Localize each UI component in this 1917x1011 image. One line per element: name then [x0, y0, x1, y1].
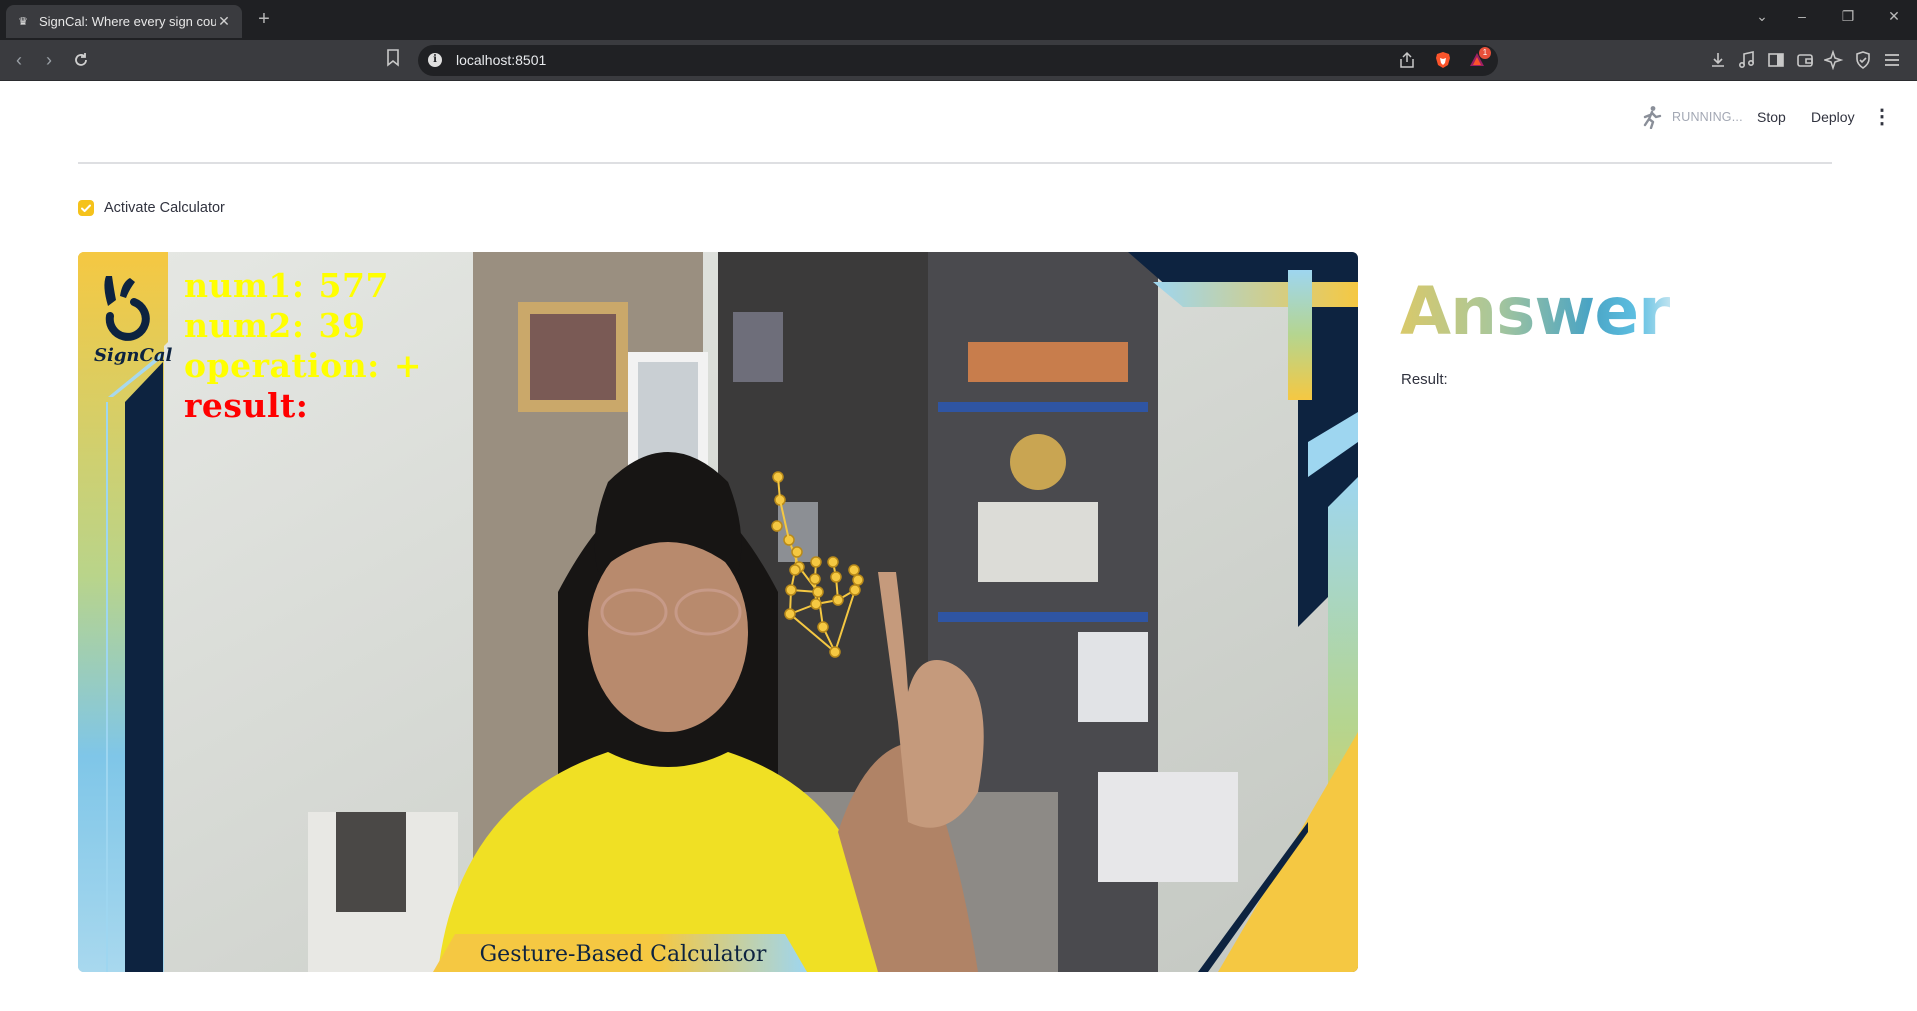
banner-title: Gesture-Based Calculator — [479, 942, 767, 967]
operation-value: + — [393, 346, 422, 385]
webcam-video-frame: SignCal num1: 577 num2: 39 operation: + res… — [78, 252, 1358, 972]
tab-title: SignCal: Where every sign counts — [39, 14, 216, 29]
num2-label: num2: — [184, 306, 305, 345]
num2-value: 39 — [318, 306, 366, 345]
checkbox-label: Activate Calculator — [104, 200, 225, 216]
restore-icon[interactable]: ❐ — [1836, 8, 1860, 25]
deploy-button[interactable]: Deploy — [1811, 109, 1855, 125]
status-text: RUNNING... — [1672, 110, 1743, 124]
streamlit-crown-icon: ♛ — [18, 15, 28, 28]
brave-shields-icon[interactable] — [1434, 51, 1452, 69]
browser-menu-icon[interactable] — [1882, 50, 1902, 70]
operation-label: operation: — [184, 346, 380, 385]
forward-icon[interactable]: › — [38, 49, 60, 71]
activate-calculator-checkbox[interactable]: Activate Calculator — [78, 198, 225, 218]
new-tab-button[interactable]: + — [252, 7, 276, 31]
main-menu-icon[interactable]: ⋮ — [1872, 105, 1892, 129]
vpn-shield-icon[interactable] — [1853, 50, 1873, 70]
tab-close-icon[interactable]: ✕ — [216, 13, 232, 30]
site-info-icon[interactable]: i — [428, 53, 442, 67]
browser-tab[interactable]: ♛ SignCal: Where every sign counts ✕ — [6, 5, 242, 38]
share-icon[interactable] — [1398, 51, 1416, 69]
result-overlay-label: result: — [184, 386, 309, 425]
minimize-icon[interactable]: – — [1790, 8, 1814, 24]
num1-label: num1: — [184, 266, 305, 305]
result-readout: result: — [184, 386, 308, 425]
downloads-icon[interactable] — [1708, 50, 1728, 70]
header-divider — [78, 162, 1832, 164]
browser-tabbar: ♛ SignCal: Where every sign counts ✕ + ⌄… — [0, 0, 1917, 40]
running-indicator: RUNNING... — [1640, 105, 1743, 129]
result-label: Result: — [1401, 371, 1448, 388]
leo-ai-icon[interactable] — [1822, 49, 1844, 71]
sidebar-icon[interactable] — [1766, 50, 1786, 70]
logo-text: SignCal — [94, 345, 173, 366]
operation-readout: operation: + — [184, 346, 422, 385]
browser-toolbar: ‹ › i localhost:8501 1 — [0, 40, 1917, 81]
wallet-icon[interactable] — [1795, 50, 1815, 70]
rewards-badge: 1 — [1479, 47, 1491, 59]
running-man-icon — [1643, 106, 1662, 129]
address-bar[interactable]: i localhost:8501 1 — [418, 45, 1498, 76]
reload-icon[interactable] — [70, 49, 92, 71]
num1-value: 577 — [318, 266, 389, 305]
back-icon[interactable]: ‹ — [8, 49, 30, 71]
num1-readout: num1: 577 — [184, 266, 389, 305]
media-icon[interactable] — [1737, 50, 1757, 70]
checkbox-checked-icon[interactable] — [78, 200, 94, 216]
url-text[interactable]: localhost:8501 — [456, 52, 546, 68]
stop-button[interactable]: Stop — [1757, 109, 1786, 125]
bookmark-icon[interactable] — [386, 49, 404, 71]
answer-heading: Answer — [1400, 273, 1671, 350]
tab-search-chevron-icon[interactable]: ⌄ — [1750, 8, 1774, 25]
num2-readout: num2: 39 — [184, 306, 365, 345]
close-window-icon[interactable]: ✕ — [1882, 8, 1906, 25]
